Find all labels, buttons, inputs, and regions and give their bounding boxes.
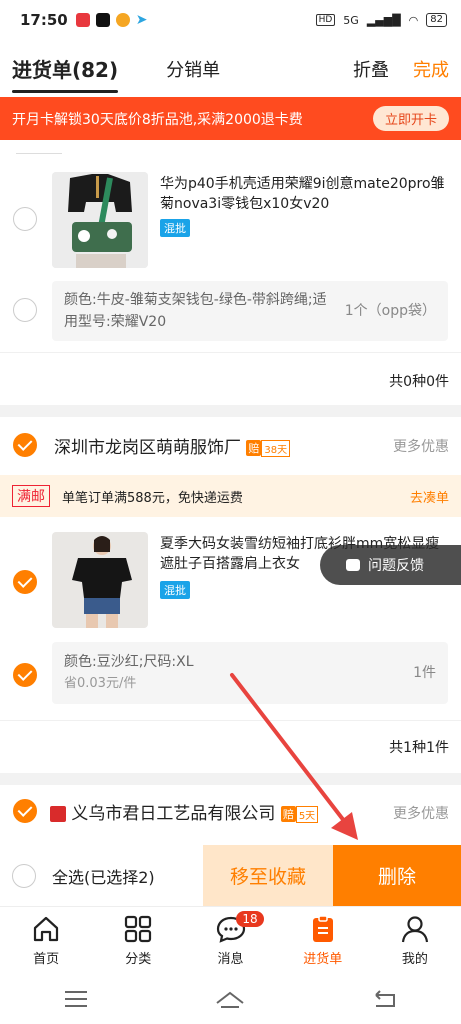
free-shipping-bar: 满邮 单笔订单满588元，免快递运费 去凑单 <box>0 475 461 517</box>
tab-mine-label: 我的 <box>401 952 428 967</box>
tab-purchase-list-nav[interactable]: 进货单 <box>277 907 369 973</box>
tab-category-label: 分类 <box>125 952 152 967</box>
user-icon <box>401 916 428 943</box>
more-discounts-link[interactable]: 更多优惠 <box>393 436 449 456</box>
clipboard-icon <box>312 915 333 942</box>
compensation-badge: 赔 <box>246 440 262 456</box>
promo-text: 开月卡解锁30天底价8折品池,采满2000退卡费 <box>12 111 303 128</box>
done-button[interactable]: 完成 <box>413 56 449 82</box>
promo-banner[interactable]: 开月卡解锁30天底价8折品池,采满2000退卡费 立即开卡 <box>0 97 461 140</box>
shop-card-3: 义乌市君日工艺品有限公司 赔 5天 更多优惠 <box>0 785 461 845</box>
tab-distribution-list[interactable]: 分销单 <box>166 56 220 82</box>
tab-messages[interactable]: 18 消息 <box>184 907 276 973</box>
grid-icon <box>125 915 152 943</box>
move-to-favorites-button[interactable]: 移至收藏 <box>203 845 333 906</box>
days-badge: 5天 <box>295 805 319 823</box>
item-checkbox[interactable] <box>13 207 37 231</box>
more-discounts-link[interactable]: 更多优惠 <box>393 803 449 823</box>
battery-icon: 82 <box>426 13 447 27</box>
bottom-tab-bar: 首页 分类 18 消息 进货单 我的 <box>0 906 461 973</box>
product-title[interactable]: 华为p40手机壳适用荣耀9i创意mate20pro雏菊nova3i零钱包x10女… <box>160 174 448 214</box>
sku-box[interactable]: 颜色:牛皮-雏菊支架钱包-绿色-带斜跨绳;适用型号:荣耀V20 1个（opp袋） <box>52 281 448 341</box>
tab-mine[interactable]: 我的 <box>369 907 461 973</box>
shop-subtotal: 共1种1件 <box>389 740 449 756</box>
sku-spec: 颜色:牛皮-雏菊支架钱包-绿色-带斜跨绳;适用型号:荣耀V20 <box>64 292 327 330</box>
sku-saving: 省0.03元/件 <box>64 676 137 691</box>
home-icon <box>33 916 59 942</box>
message-count-badge: 18 <box>236 911 264 927</box>
divider <box>0 720 461 721</box>
sku-checkbox[interactable] <box>13 663 37 687</box>
tab-home[interactable]: 首页 <box>0 907 92 973</box>
item-checkbox[interactable] <box>13 570 37 594</box>
tab-purchase-list[interactable]: 进货单(82) <box>12 40 119 97</box>
menu-icon[interactable] <box>63 989 89 1009</box>
top-nav: 进货单(82) 分销单 折叠 完成 <box>0 40 461 97</box>
fold-button[interactable]: 折叠 <box>353 56 389 82</box>
tab-purchase-list-label: 进货单 <box>303 952 343 967</box>
sku-checkbox[interactable] <box>13 298 37 322</box>
shop-checkbox[interactable] <box>13 799 37 823</box>
delete-button[interactable]: 删除 <box>333 845 461 906</box>
tab-category[interactable]: 分类 <box>92 907 184 973</box>
shop-logo-icon <box>50 806 66 822</box>
product-image[interactable] <box>52 172 148 268</box>
shop-card-1: 华为p40手机壳适用荣耀9i创意mate20pro雏菊nova3i零钱包x10女… <box>0 140 461 405</box>
shop-name-row[interactable]: 深圳市龙岗区萌萌服饰厂 赔 38天 <box>54 433 291 458</box>
tiktok-icon <box>95 13 110 27</box>
shop-checkbox[interactable] <box>13 433 37 457</box>
wifi-icon: ◠ <box>408 13 419 27</box>
select-all-checkbox[interactable] <box>12 863 36 888</box>
signal-label: 5G <box>343 13 359 27</box>
hd-icon: HD <box>315 14 336 26</box>
tab-messages-label: 消息 <box>217 952 244 967</box>
compensation-badge: 赔 <box>280 806 296 822</box>
tab-home-label: 首页 <box>33 952 60 967</box>
home-nav-icon[interactable] <box>215 989 245 1009</box>
divider <box>0 352 461 353</box>
signal-bars-icon: ▂▄▆█ <box>366 13 401 27</box>
free-shipping-tag: 满邮 <box>12 485 50 507</box>
product-image[interactable] <box>52 532 148 628</box>
mixed-batch-tag: 混批 <box>160 219 190 237</box>
status-time: 17:50 <box>20 11 68 29</box>
feedback-button[interactable]: 问题反馈 <box>320 545 461 585</box>
telegram-icon: ➤ <box>135 12 148 28</box>
mixed-batch-tag: 混批 <box>160 581 190 599</box>
free-shipping-text: 单笔订单满588元，免快递运费 <box>62 490 243 506</box>
app-notification-icon <box>75 13 90 27</box>
sku-qty[interactable]: 1个（opp袋） <box>345 300 436 322</box>
back-icon[interactable] <box>372 989 398 1009</box>
add-more-link[interactable]: 去凑单 <box>410 487 449 506</box>
sku-box[interactable]: 颜色:豆沙红;尺码:XL 省0.03元/件 1件 <box>52 642 448 704</box>
days-badge: 38天 <box>261 439 291 457</box>
select-all-label: 全选(已选择2) <box>52 867 155 887</box>
sku-spec: 颜色:豆沙红;尺码:XL <box>64 654 194 670</box>
shop-name[interactable]: 深圳市龙岗区萌萌服饰厂 <box>54 438 241 458</box>
bottom-action-bar: 全选(已选择2) 移至收藏 删除 <box>0 845 461 906</box>
shop-name-row[interactable]: 义乌市君日工艺品有限公司 赔 5天 <box>50 799 319 824</box>
select-all[interactable]: 全选(已选择2) <box>0 845 203 906</box>
shop-name[interactable]: 义乌市君日工艺品有限公司 <box>71 804 275 824</box>
sku-qty[interactable]: 1件 <box>413 662 436 684</box>
feedback-label: 问题反馈 <box>368 558 424 574</box>
shop-subtotal: 共0种0件 <box>389 374 449 390</box>
weibo-icon <box>115 13 130 27</box>
shop-card-2: 深圳市龙岗区萌萌服饰厂 赔 38天 更多优惠 满邮 单笔订单满588元，免快递运费… <box>0 417 461 773</box>
divider <box>16 140 62 154</box>
system-navigation-bar <box>0 973 461 1024</box>
open-card-button[interactable]: 立即开卡 <box>372 106 449 131</box>
chat-bubble-icon <box>346 559 360 571</box>
status-bar: 17:50 ➤ HD 5G ▂▄▆█ ◠ 82 <box>0 0 461 40</box>
